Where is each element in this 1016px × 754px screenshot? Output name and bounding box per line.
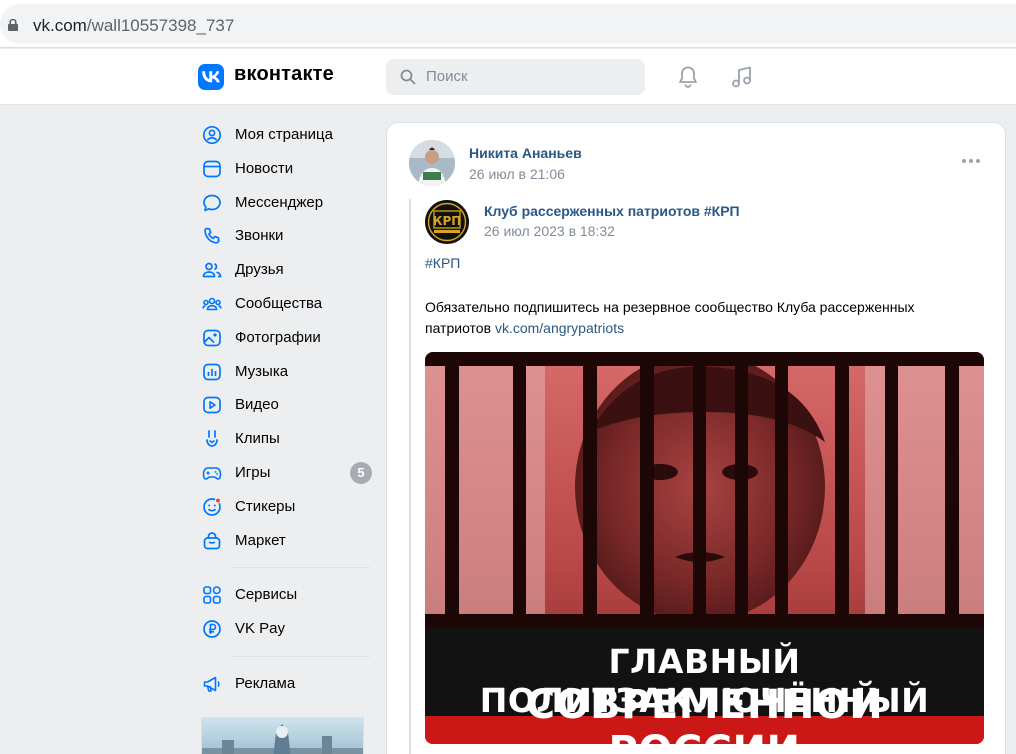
sidebar-item-label: Мессенджер bbox=[235, 193, 324, 211]
vkpay-icon bbox=[203, 620, 221, 639]
url-text[interactable]: vk.com/wall10557398_737 bbox=[33, 16, 234, 36]
sidebar-item-photos[interactable]: Фотографии bbox=[198, 321, 378, 355]
sidebar-item-games[interactable]: Игры 5 bbox=[198, 456, 378, 490]
address-field[interactable]: vk.com/wall10557398_737 bbox=[0, 4, 1016, 44]
sidebar-item-calls[interactable]: Звонки bbox=[198, 219, 378, 253]
vk-logo-icon[interactable] bbox=[198, 64, 224, 90]
search-icon bbox=[400, 69, 416, 85]
author-avatar[interactable] bbox=[409, 140, 455, 186]
sidebar-item-label: Сообщества bbox=[235, 294, 323, 312]
sidebar-item-label: Стикеры bbox=[235, 497, 296, 515]
sidebar-item-label: Видео bbox=[235, 396, 279, 414]
ad-banner-image[interactable] bbox=[201, 717, 364, 754]
sidebar-item-label: Сервисы bbox=[235, 586, 298, 604]
sidebar-item-clips[interactable]: Клипы bbox=[198, 422, 378, 456]
clips-icon bbox=[206, 430, 218, 448]
search-box[interactable] bbox=[386, 59, 645, 95]
post-text: Обязательно подпишитесь на резервное соо… bbox=[425, 297, 965, 339]
sidebar-item-services[interactable]: Сервисы bbox=[198, 578, 378, 612]
sidebar-item-label: Клипы bbox=[235, 430, 280, 448]
image-caption-line2: СОВРЕМЕННОЙ РОССИИ bbox=[525, 682, 884, 744]
music-icon bbox=[203, 363, 221, 380]
music-note-icon[interactable] bbox=[730, 65, 754, 89]
communities-icon bbox=[202, 297, 222, 311]
sidebar-item-label: Звонки bbox=[235, 227, 284, 245]
message-icon bbox=[203, 194, 221, 211]
user-circle-icon bbox=[202, 125, 222, 145]
club-logo-text: КРП bbox=[433, 214, 462, 228]
sidebar-item-stickers[interactable]: Стикеры bbox=[198, 490, 378, 524]
browser-url-bar: vk.com/wall10557398_737 bbox=[0, 0, 1016, 48]
games-count-badge: 5 bbox=[350, 461, 372, 484]
news-icon bbox=[203, 160, 221, 178]
friends-icon bbox=[202, 262, 222, 278]
sidebar-item-my-page[interactable]: Моя страница bbox=[198, 118, 378, 152]
sidebar-item-label: Игры bbox=[235, 463, 271, 481]
sidebar-item-ads[interactable]: Реклама bbox=[198, 667, 378, 701]
sidebar-divider bbox=[232, 567, 370, 569]
notifications-bell-icon[interactable] bbox=[677, 65, 699, 89]
url-domain: vk.com bbox=[33, 16, 87, 35]
market-bag-icon bbox=[203, 531, 221, 549]
sidebar-item-label: Новости bbox=[235, 159, 294, 177]
lock-icon bbox=[8, 19, 18, 31]
post-image[interactable]: ГЛАВНЫЙ ПОЛИТЗАКЛЮЧЁННЫЙ СОВРЕМЕННОЙ РОС… bbox=[425, 352, 984, 744]
sidebar-item-label: Реклама bbox=[235, 674, 296, 692]
club-name[interactable]: Клуб рассерженных патриотов #КРП bbox=[484, 203, 740, 219]
sidebar-item-vkpay[interactable]: VK Pay bbox=[198, 612, 378, 646]
megaphone-icon bbox=[203, 676, 220, 692]
more-options-icon[interactable] bbox=[961, 158, 981, 164]
services-grid-icon bbox=[203, 586, 221, 605]
post-external-link[interactable]: vk.com/angrypatriots bbox=[495, 320, 624, 336]
vk-header: вконтакте bbox=[0, 49, 1016, 105]
sidebar-item-messenger[interactable]: Мессенджер bbox=[198, 186, 378, 220]
repost-indicator-line bbox=[409, 199, 411, 754]
left-navigation: Моя страница Новости Мессенджер Звонки Д… bbox=[198, 118, 378, 701]
post-hashtag-link[interactable]: #КРП bbox=[425, 255, 460, 271]
sidebar-item-market[interactable]: Маркет bbox=[198, 524, 378, 558]
photo-icon bbox=[203, 329, 221, 347]
post-date[interactable]: 26 июл в 21:06 bbox=[469, 166, 565, 182]
sidebar-item-label: Маркет bbox=[235, 531, 286, 549]
sidebar-item-friends[interactable]: Друзья bbox=[198, 253, 378, 287]
post-author-name[interactable]: Никита Ананьев bbox=[469, 145, 582, 161]
sidebar-item-label: Фотографии bbox=[235, 328, 321, 346]
post-card: Никита Ананьев 26 июл в 21:06 КРП Клуб р… bbox=[386, 122, 1006, 754]
sidebar-item-label: Моя страница bbox=[235, 126, 333, 143]
phone-icon bbox=[204, 228, 220, 245]
sidebar-item-news[interactable]: Новости bbox=[198, 152, 378, 186]
sidebar-item-video[interactable]: Видео bbox=[198, 388, 378, 422]
repost-date[interactable]: 26 июл 2023 в 18:32 bbox=[484, 223, 615, 239]
url-path: /wall10557398_737 bbox=[86, 16, 235, 35]
video-icon bbox=[203, 397, 221, 414]
search-input[interactable] bbox=[426, 68, 626, 85]
club-avatar[interactable]: КРП bbox=[425, 200, 469, 244]
sticker-icon bbox=[203, 497, 221, 516]
vk-brand-name[interactable]: вконтакте bbox=[234, 63, 334, 86]
sidebar-item-music[interactable]: Музыка bbox=[198, 355, 378, 389]
sidebar-item-label: VK Pay bbox=[235, 620, 286, 638]
sidebar-divider bbox=[232, 655, 370, 657]
sidebar-item-label: Музыка bbox=[235, 362, 289, 380]
gamepad-icon bbox=[202, 467, 222, 480]
sidebar-item-label: Друзья bbox=[235, 261, 284, 279]
sidebar-item-communities[interactable]: Сообщества bbox=[198, 287, 378, 321]
